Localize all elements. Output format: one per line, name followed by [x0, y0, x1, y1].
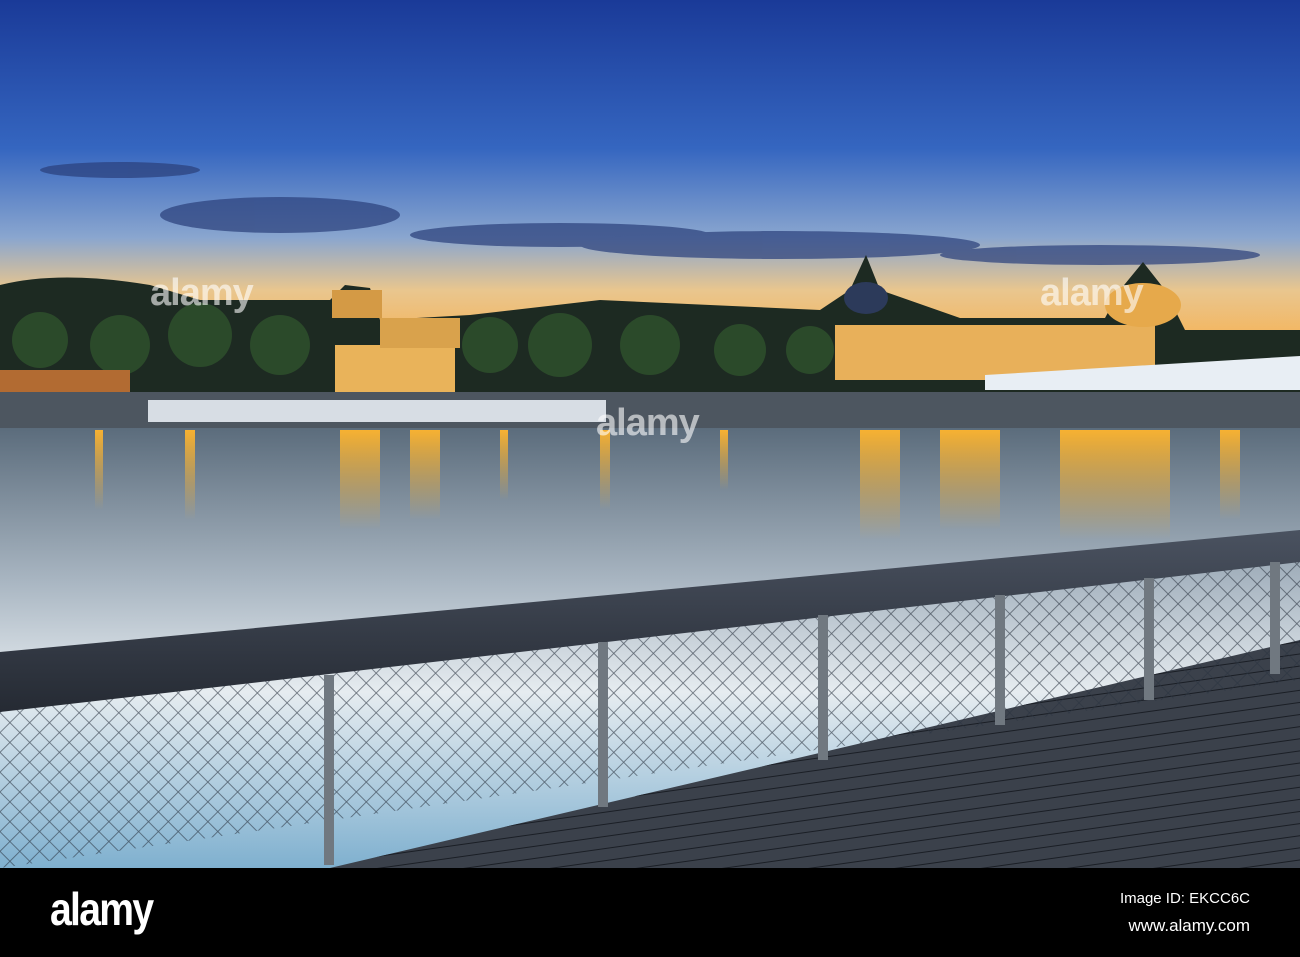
image-id: Image ID: EKCC6C — [1119, 890, 1250, 907]
river-boat — [148, 400, 606, 422]
watermark: alamy — [150, 272, 254, 314]
footer-bar: alamy Image ID: EKCC6C www.alamy.com — [0, 868, 1300, 957]
website-link: www.alamy.com — [1128, 916, 1250, 935]
watermark: alamy — [1040, 272, 1144, 314]
watermark: alamy — [596, 402, 700, 444]
alamy-logo: alamy — [50, 883, 154, 935]
